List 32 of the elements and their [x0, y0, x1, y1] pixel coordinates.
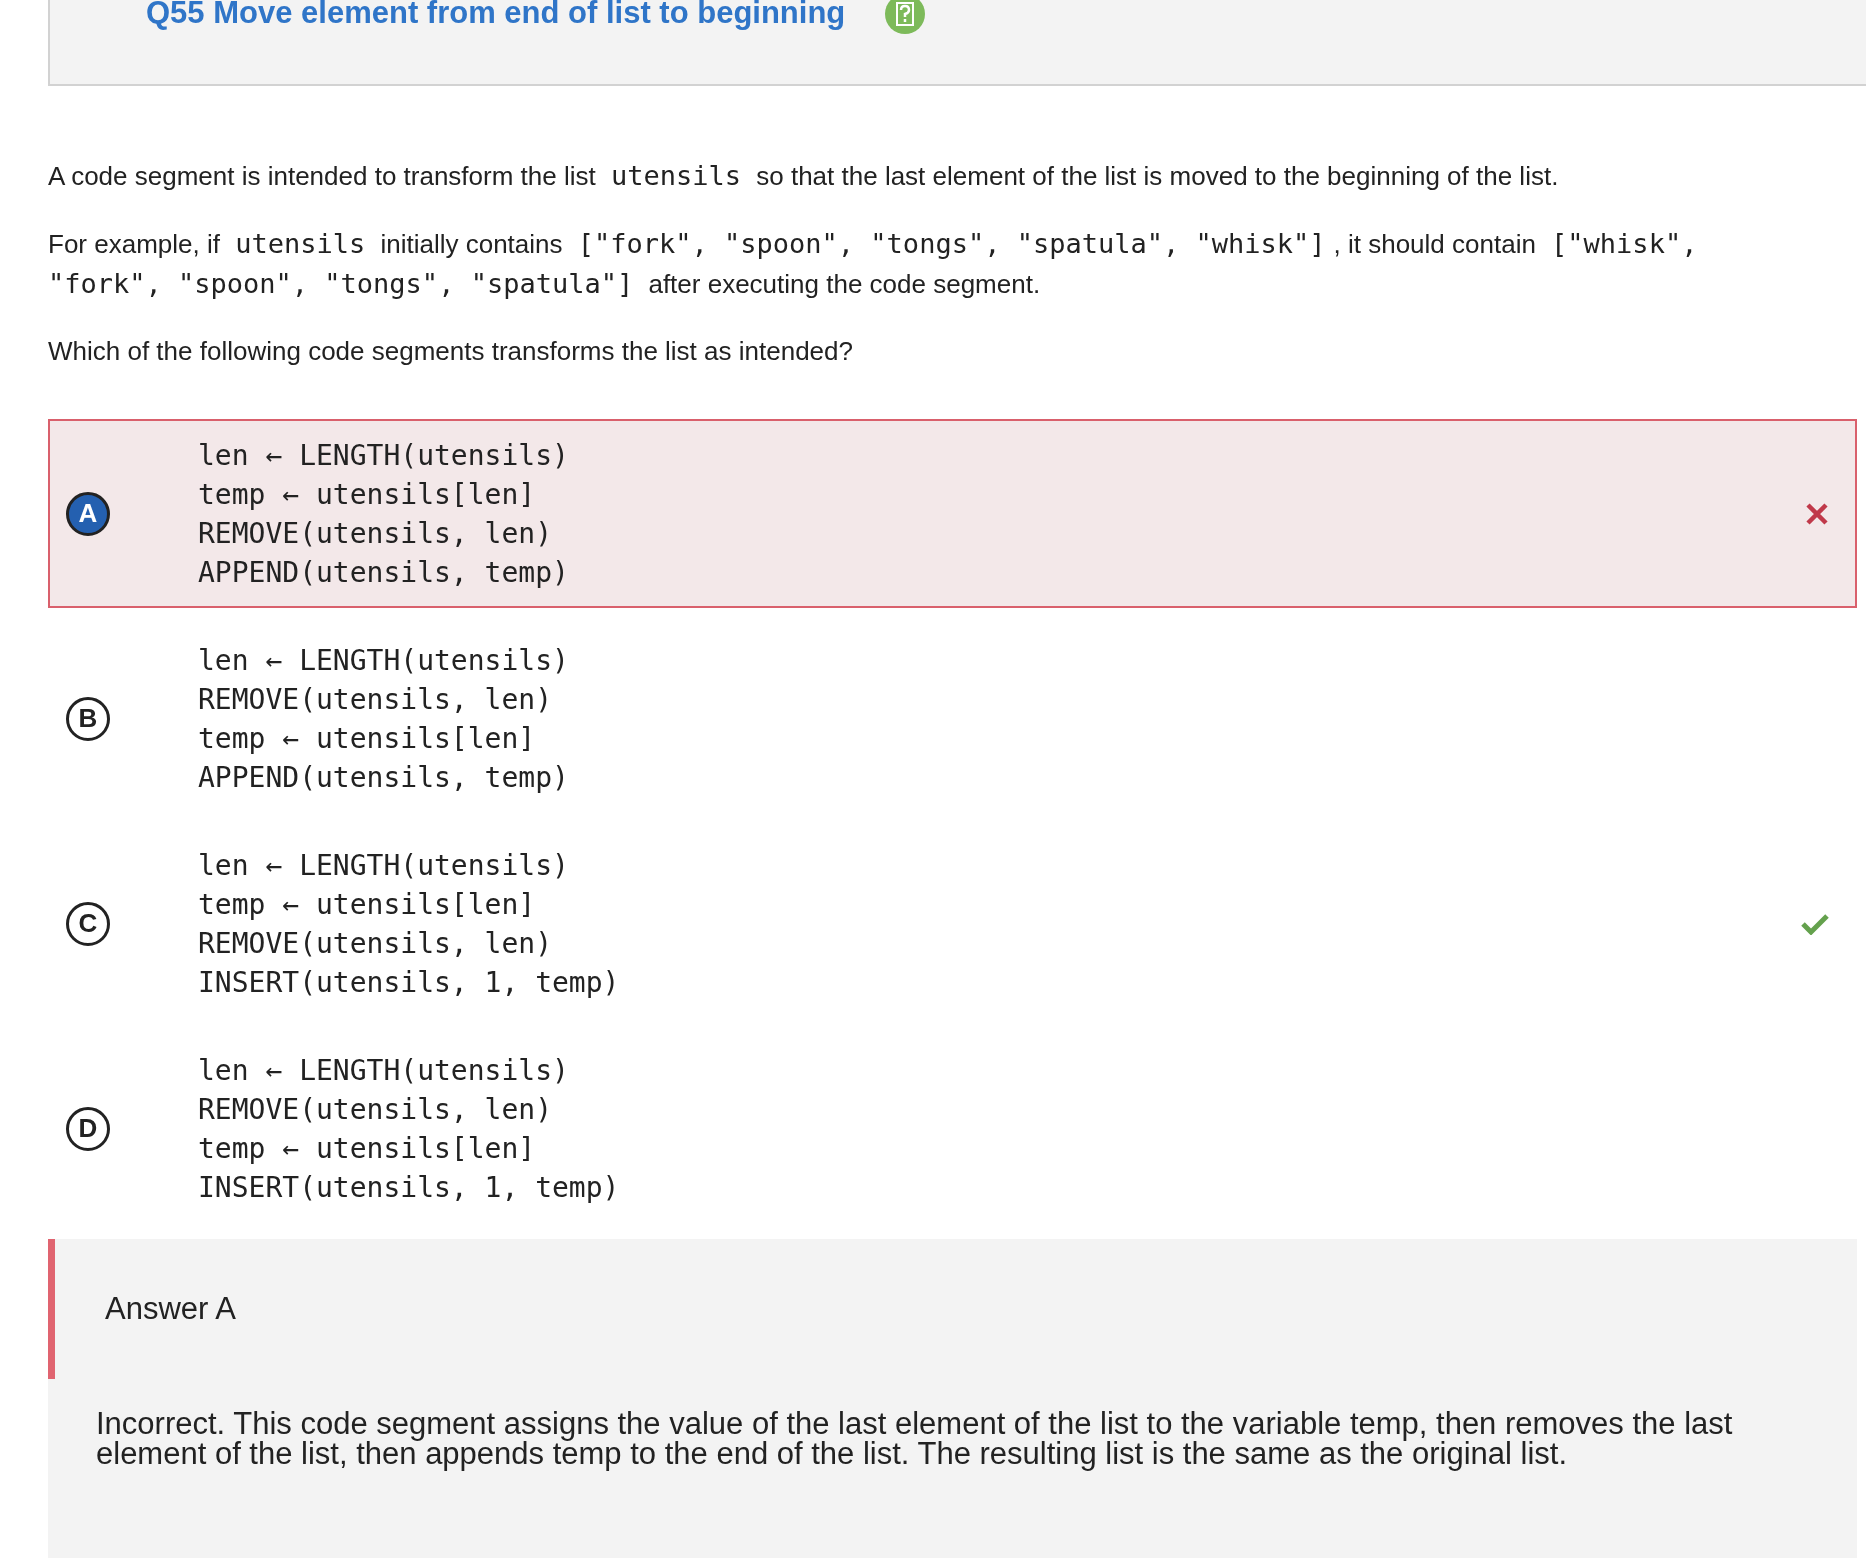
question-text: A code segment is intended to transform the list utensils so that the last element of the list is moved to the beginning of the list.: [48, 159, 1560, 193]
option-letter: C: [66, 901, 110, 946]
check-icon: [1801, 912, 1829, 935]
feedback-heading: Answer A: [105, 1289, 236, 1328]
code-line: INSERT(utensils, 1, temp): [198, 964, 620, 1001]
code-line: REMOVE(utensils, len): [198, 515, 552, 552]
code-line: REMOVE(utensils, len): [198, 925, 552, 962]
answer-option[interactable]: B len ← LENGTH(utensils) REMOVE(utensils, len) temp ← utensils[len] APPEND(utensils, temp): [48, 624, 1857, 813]
code-line: REMOVE(utensils, len): [198, 1091, 552, 1128]
cross-icon: [1805, 501, 1829, 526]
code-line: APPEND(utensils, temp): [198, 759, 569, 796]
code-line: len ← LENGTH(utensils): [198, 642, 569, 679]
code-line: temp ← utensils[len]: [198, 476, 536, 513]
option-letter: A: [66, 491, 110, 536]
code-line: len ← LENGTH(utensils): [198, 1052, 569, 1089]
option-letter: B: [66, 696, 110, 741]
option-letter: D: [66, 1106, 110, 1151]
code-line: temp ← utensils[len]: [198, 1130, 536, 1167]
code-line: temp ← utensils[len]: [198, 886, 536, 923]
code-line: REMOVE(utensils, len): [198, 681, 552, 718]
code-line: temp ← utensils[len]: [198, 720, 536, 757]
answer-option[interactable]: D len ← LENGTH(utensils) REMOVE(utensils, len) temp ← utensils[len] INSERT(utensils, 1, temp): [48, 1034, 1857, 1223]
feedback-text: Incorrect. This code segment assigns the value of the last element of the list to the variable temp, then removes the last element of the list, then appends temp to the end of the list. The resulting list is the same as the original list.: [95, 1409, 1734, 1469]
answer-option[interactable]: A len ← LENGTH(utensils) temp ← utensils[len] REMOVE(utensils, len) APPEND(utensils, temp): [48, 419, 1857, 608]
question-text: For example, if utensils initially contains ["fork", "spoon", "tongs", "spatula", "whisk"] , it should contain ["whisk", "fork", "spoon", "tongs", "spatula"] after executing the code segment.: [48, 227, 1699, 301]
code-line: len ← LENGTH(utensils): [198, 437, 569, 474]
question-text: Which of the following code segments transforms the list as intended?: [48, 335, 854, 368]
code-line: INSERT(utensils, 1, temp): [198, 1169, 620, 1206]
answer-option[interactable]: C len ← LENGTH(utensils) temp ← utensils[len] REMOVE(utensils, len) INSERT(utensils, 1, temp): [48, 829, 1857, 1018]
question-title: Q55 Move element from end of list to beginning: [146, 0, 846, 28]
code-line: APPEND(utensils, temp): [198, 554, 569, 591]
code-line: len ← LENGTH(utensils): [198, 847, 569, 884]
